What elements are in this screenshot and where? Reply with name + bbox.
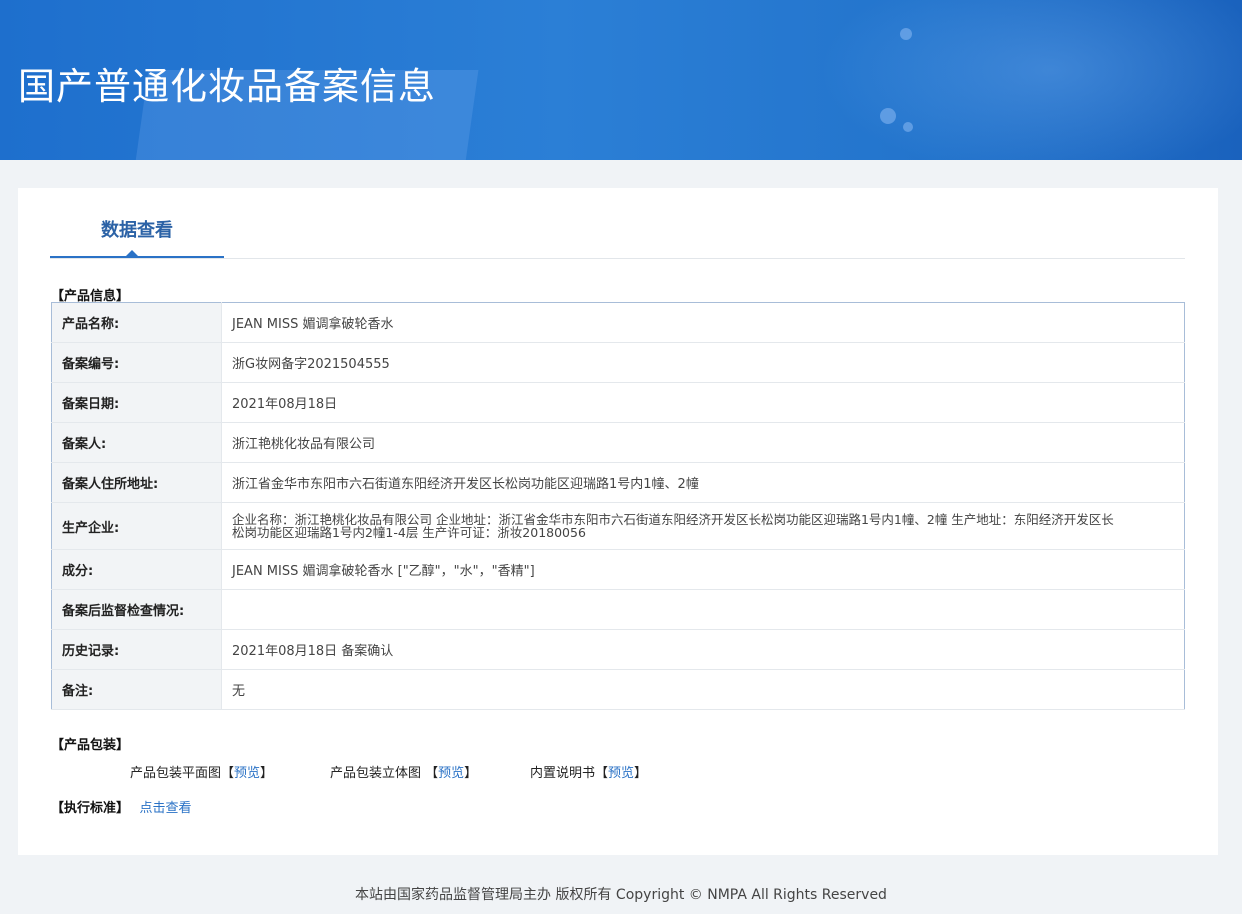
banner-decoration [820, 0, 1242, 160]
packaging-item-flat: 产品包装平面图【预览】 [130, 762, 273, 781]
tab-data-view[interactable]: 数据查看 [50, 188, 224, 258]
preview-link-3d[interactable]: 预览 [438, 766, 464, 781]
packaging-item-label: 产品包装平面图 [130, 766, 222, 781]
bracket-close: 】 [260, 766, 274, 781]
row-label: 备案人住所地址: [51, 462, 222, 503]
bracket-open: 【 [595, 766, 609, 781]
table-row: 备注: 无 [51, 669, 1185, 710]
footer-copyright: 本站由国家药品监督管理局主办 版权所有 Copyright © NMPA All… [355, 887, 887, 903]
row-label: 备案日期: [51, 382, 222, 423]
packaging-item-3d: 产品包装立体图 【预览】 [330, 762, 477, 781]
table-row: 备案人: 浙江艳桃化妆品有限公司 [51, 422, 1185, 463]
tab-bar: 数据查看 [50, 188, 1185, 259]
row-value: 浙江艳桃化妆品有限公司 [221, 422, 1185, 463]
row-value: 浙G妆网备字2021504555 [221, 342, 1185, 383]
preview-link-manual[interactable]: 预览 [608, 766, 634, 781]
preview-link-flat[interactable]: 预览 [234, 766, 260, 781]
table-row: 成分: JEAN MISS 媚调拿破轮香水 ["乙醇"，"水"，"香精"] [51, 549, 1185, 590]
row-value [221, 589, 1185, 630]
row-value: 2021年08月18日 备案确认 [221, 629, 1185, 670]
row-label: 备案人: [51, 422, 222, 463]
bracket-close: 】 [634, 766, 648, 781]
banner-dot [880, 108, 896, 124]
table-row: 生产企业: 企业名称：浙江艳桃化妆品有限公司 企业地址：浙江省金华市东阳市六石街… [51, 502, 1185, 550]
row-label: 产品名称: [51, 302, 222, 343]
row-label: 生产企业: [51, 502, 222, 550]
banner-dot [900, 28, 912, 40]
table-row: 备案编号: 浙G妆网备字2021504555 [51, 342, 1185, 383]
page-title: 国产普通化妆品备案信息 [18, 65, 436, 108]
content-card: 数据查看 【产品信息】 产品名称: JEAN MISS 媚调拿破轮香水 备案编号… [18, 188, 1218, 855]
packaging-item-label: 产品包装立体图 [330, 766, 426, 781]
row-value: JEAN MISS 媚调拿破轮香水 ["乙醇"，"水"，"香精"] [221, 549, 1185, 590]
section-title-standard: 【执行标准】 点击查看 [51, 797, 192, 816]
row-label: 成分: [51, 549, 222, 590]
packaging-item-manual: 内置说明书【预览】 [530, 762, 647, 781]
tab-label: 数据查看 [101, 220, 173, 241]
table-row: 备案后监督检查情况: [51, 589, 1185, 630]
bracket-open: 【 [221, 766, 235, 781]
header-banner: 国产普通化妆品备案信息 [0, 0, 1242, 160]
standard-title: 【执行标准】 [51, 801, 130, 816]
bracket-open: 【 [425, 766, 439, 781]
row-value: 无 [221, 669, 1185, 710]
row-label: 备案编号: [51, 342, 222, 383]
manufacturer-text: 企业名称：浙江艳桃化妆品有限公司 企业地址：浙江省金华市东阳市六石街道东阳经济开… [232, 512, 1114, 540]
row-label: 历史记录: [51, 629, 222, 670]
table-row: 历史记录: 2021年08月18日 备案确认 [51, 629, 1185, 670]
row-value: 企业名称：浙江艳桃化妆品有限公司 企业地址：浙江省金华市东阳市六石街道东阳经济开… [221, 502, 1185, 550]
row-label: 备案后监督检查情况: [51, 589, 222, 630]
section-title-packaging: 【产品包装】 [51, 738, 130, 753]
row-label: 备注: [51, 669, 222, 710]
packaging-item-label: 内置说明书 [530, 766, 596, 781]
row-value: 浙江省金华市东阳市六石街道东阳经济开发区长松岗功能区迎瑞路1号内1幢、2幢 [221, 462, 1185, 503]
bracket-close: 】 [464, 766, 478, 781]
table-row: 备案人住所地址: 浙江省金华市东阳市六石街道东阳经济开发区长松岗功能区迎瑞路1号… [51, 462, 1185, 503]
table-row: 备案日期: 2021年08月18日 [51, 382, 1185, 423]
banner-dot [903, 122, 913, 132]
view-standard-link[interactable]: 点击查看 [140, 801, 192, 816]
product-info-table: 产品名称: JEAN MISS 媚调拿破轮香水 备案编号: 浙G妆网备字2021… [51, 302, 1185, 710]
tab-caret-icon [125, 250, 139, 257]
row-value: 2021年08月18日 [221, 382, 1185, 423]
row-value: JEAN MISS 媚调拿破轮香水 [221, 302, 1185, 343]
table-row: 产品名称: JEAN MISS 媚调拿破轮香水 [51, 302, 1185, 343]
